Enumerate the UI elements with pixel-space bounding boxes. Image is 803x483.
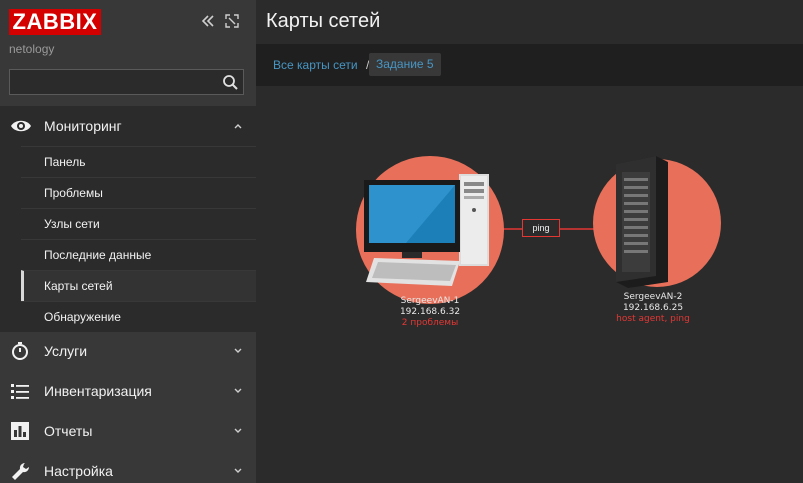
breadcrumb-current-map[interactable]: Задание 5 — [369, 53, 441, 76]
breadcrumb: Все карты сети / Задание 5 — [256, 44, 803, 86]
search-box — [9, 69, 244, 95]
sidebar: ZABBIX netology Мониторинг Панель Пробле… — [0, 0, 256, 483]
menu-reports[interactable]: Отчеты — [0, 411, 256, 451]
submenu-item-dashboard[interactable]: Панель — [21, 146, 256, 177]
chevron-up-icon — [234, 124, 242, 129]
breadcrumb-all-maps-link[interactable]: Все карты сети — [273, 58, 358, 72]
chevron-down-icon — [234, 388, 242, 393]
submenu-label: Обнаружение — [44, 310, 121, 324]
submenu-item-latest-data[interactable]: Последние данные — [21, 239, 256, 270]
menu-monitoring-label: Мониторинг — [44, 118, 122, 134]
submenu-label: Панель — [44, 155, 86, 169]
list-icon — [11, 384, 29, 399]
submenu-label: Проблемы — [44, 186, 103, 200]
collapse-sidebar-icon[interactable] — [201, 14, 215, 28]
menu-inventory[interactable]: Инвентаризация — [0, 371, 256, 411]
menu-monitoring[interactable]: Мониторинг — [0, 106, 256, 146]
stopwatch-icon — [12, 342, 28, 360]
zabbix-logo[interactable]: ZABBIX — [9, 9, 101, 35]
menu-reports-label: Отчеты — [44, 423, 93, 439]
search-icon[interactable] — [222, 74, 239, 91]
menu-services[interactable]: Услуги — [0, 331, 256, 371]
search-input[interactable] — [10, 70, 215, 94]
kiosk-mode-icon[interactable] — [225, 14, 239, 28]
host-node-sergeevan-1[interactable] — [356, 156, 504, 304]
network-map: ping SergeevAN-1 192.168.6.32 2 проблемы… — [256, 86, 803, 483]
chevron-down-icon — [234, 348, 242, 353]
host-label-sergeevan-2[interactable]: SergeevAN-2 192.168.6.25 host agent, pin… — [612, 292, 694, 325]
monitoring-submenu: Панель Проблемы Узлы сети Последние данн… — [0, 146, 256, 332]
host-ip: 192.168.6.25 — [622, 303, 684, 313]
host-ip: 192.168.6.32 — [399, 307, 461, 317]
chevron-down-icon — [234, 428, 242, 433]
host-label-sergeevan-1[interactable]: SergeevAN-1 192.168.6.32 2 проблемы — [392, 296, 468, 329]
eye-icon — [11, 120, 31, 132]
submenu-item-maps[interactable]: Карты сетей — [21, 270, 256, 301]
server-name: netology — [9, 42, 55, 56]
submenu-label: Карты сетей — [44, 279, 113, 293]
server-icon — [616, 156, 668, 288]
page-header: Карты сетей — [256, 0, 803, 44]
host-node-sergeevan-2[interactable] — [593, 156, 721, 288]
submenu-item-problems[interactable]: Проблемы — [21, 177, 256, 208]
submenu-item-hosts[interactable]: Узлы сети — [21, 208, 256, 239]
submenu-item-discovery[interactable]: Обнаружение — [21, 301, 256, 332]
menu-services-label: Услуги — [44, 343, 88, 359]
map-canvas — [356, 156, 721, 304]
host-problems: 2 проблемы — [401, 318, 459, 328]
submenu-label: Последние данные — [44, 248, 152, 262]
wrench-icon — [12, 462, 30, 480]
zabbix-app: ZABBIX netology Мониторинг Панель Пробле… — [0, 0, 803, 483]
menu-inventory-label: Инвентаризация — [44, 383, 152, 399]
chevron-down-icon — [234, 468, 242, 473]
submenu-label: Узлы сети — [44, 217, 100, 231]
menu-configuration-label: Настройка — [44, 463, 113, 479]
host-problems: host agent, ping — [616, 314, 690, 324]
map-link-label[interactable]: ping — [522, 219, 560, 237]
host-name: SergeevAN-1 — [400, 296, 460, 306]
menu-configuration[interactable]: Настройка — [0, 451, 256, 483]
bar-chart-icon — [11, 422, 29, 440]
page-title: Карты сетей — [266, 10, 381, 32]
host-name: SergeevAN-2 — [623, 292, 683, 302]
